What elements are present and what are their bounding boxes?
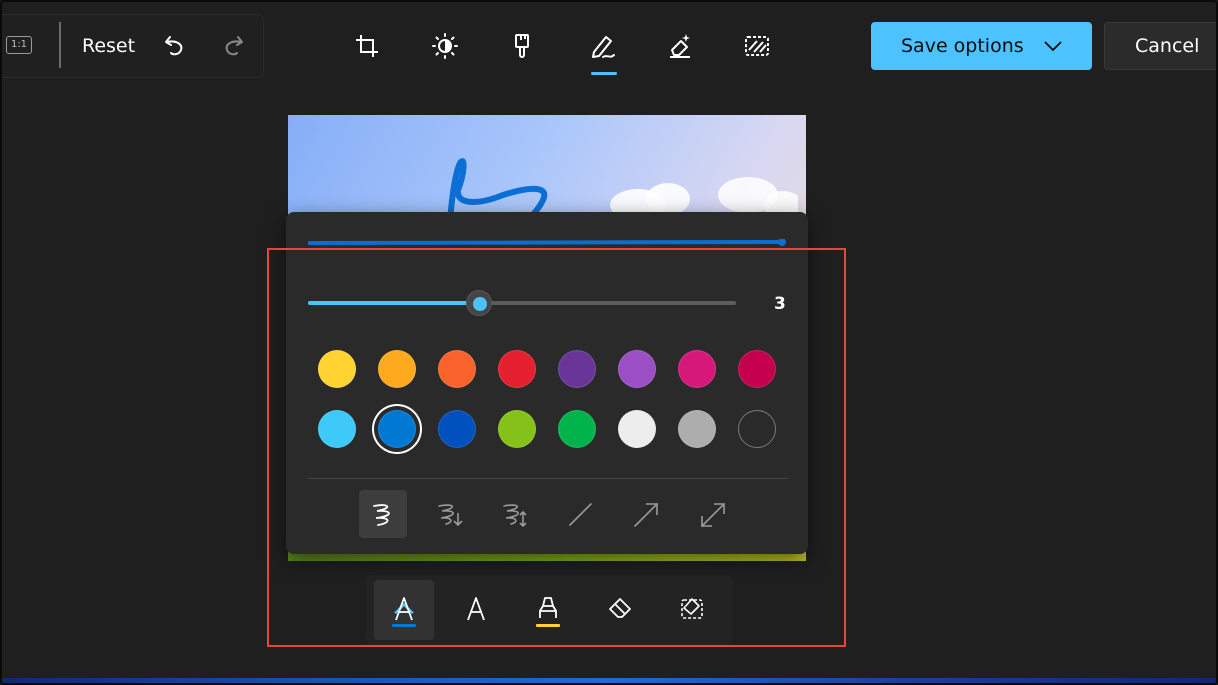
- freehand-arrow-icon: [438, 504, 463, 527]
- stroke-style-line-button[interactable]: [556, 490, 604, 538]
- color-swatch[interactable]: [678, 350, 716, 388]
- redo-icon: [225, 36, 243, 56]
- pen-icon: [592, 36, 615, 58]
- selection-eraser-button[interactable]: [662, 580, 722, 640]
- eraser-icon: [609, 598, 631, 618]
- markup-tool-button[interactable]: [589, 32, 617, 60]
- freehand-double-arrow-icon: [503, 504, 527, 528]
- color-swatch[interactable]: [438, 350, 476, 388]
- active-tool-indicator: [591, 72, 617, 75]
- color-swatch[interactable]: [738, 410, 776, 448]
- pen-color-indicator: [392, 624, 416, 627]
- crop-tool-button[interactable]: [353, 32, 381, 60]
- save-options-button[interactable]: Save options: [871, 22, 1092, 70]
- color-swatch[interactable]: [498, 410, 536, 448]
- undo-icon: [165, 36, 183, 56]
- highlighter-icon: [539, 597, 557, 618]
- arrow-icon: [634, 503, 658, 527]
- brush-icon: [515, 34, 529, 58]
- line-icon: [569, 503, 592, 526]
- filter-tool-button[interactable]: [508, 32, 536, 60]
- aspect-ratio-button[interactable]: 1:1: [6, 36, 32, 54]
- color-swatch[interactable]: [318, 410, 356, 448]
- color-swatch[interactable]: [438, 410, 476, 448]
- freehand-stroke-icon: [373, 504, 390, 526]
- photo-editor-window: 1:1 Reset Save options Cancel 3: [0, 0, 1218, 685]
- brightness-icon: [432, 33, 458, 59]
- selection-eraser-icon: [681, 598, 703, 619]
- adjust-tool-button[interactable]: [431, 32, 459, 60]
- reset-button[interactable]: Reset: [82, 35, 135, 57]
- stroke-preview: [308, 239, 786, 246]
- stroke-size-slider-thumb[interactable]: [466, 290, 493, 316]
- stroke-size-slider-fill: [308, 301, 480, 305]
- background-blur-icon: [745, 36, 769, 56]
- color-swatch[interactable]: [318, 350, 356, 388]
- highlighter-button[interactable]: [518, 580, 578, 640]
- color-swatch[interactable]: [498, 350, 536, 388]
- erase-tool-button[interactable]: [666, 32, 694, 60]
- color-swatch[interactable]: [618, 410, 656, 448]
- chevron-down-icon: [1044, 41, 1062, 52]
- color-swatch[interactable]: [378, 410, 416, 448]
- stroke-size-slider-track[interactable]: [308, 301, 736, 305]
- highlighter-color-indicator: [536, 624, 560, 627]
- stroke-style-freehand-double-arrow-button[interactable]: [491, 490, 539, 538]
- color-swatch[interactable]: [558, 350, 596, 388]
- color-swatch[interactable]: [378, 350, 416, 388]
- toolbar-divider: [59, 22, 61, 68]
- double-arrow-icon: [701, 503, 725, 527]
- stroke-style-freehand-button[interactable]: [359, 490, 407, 538]
- stroke-style-double-arrow-button[interactable]: [689, 490, 737, 538]
- pen-button[interactable]: [446, 580, 506, 640]
- cancel-button[interactable]: Cancel: [1104, 22, 1216, 70]
- color-swatch[interactable]: [618, 350, 656, 388]
- stroke-style-freehand-arrow-button[interactable]: [426, 490, 474, 538]
- stroke-size-value: 3: [774, 294, 786, 314]
- crop-icon: [356, 35, 378, 57]
- markup-options-flyout: 3: [286, 212, 808, 554]
- color-swatch[interactable]: [678, 410, 716, 448]
- background-tool-button[interactable]: [743, 32, 771, 60]
- eraser-button[interactable]: [590, 580, 650, 640]
- pen-tool-icon: [467, 597, 485, 621]
- desktop-wallpaper-strip: [2, 678, 1216, 683]
- stroke-style-arrow-button[interactable]: [622, 490, 670, 538]
- save-options-label: Save options: [901, 35, 1024, 57]
- pen-toolbar: [366, 575, 732, 645]
- color-swatch[interactable]: [738, 350, 776, 388]
- color-swatch[interactable]: [558, 410, 596, 448]
- panel-divider: [308, 478, 788, 479]
- magic-eraser-icon: [670, 34, 690, 58]
- redo-button[interactable]: [220, 32, 246, 58]
- pen-tool-icon: [395, 597, 413, 621]
- undo-button[interactable]: [162, 32, 188, 58]
- ballpoint-pen-button[interactable]: [374, 580, 434, 640]
